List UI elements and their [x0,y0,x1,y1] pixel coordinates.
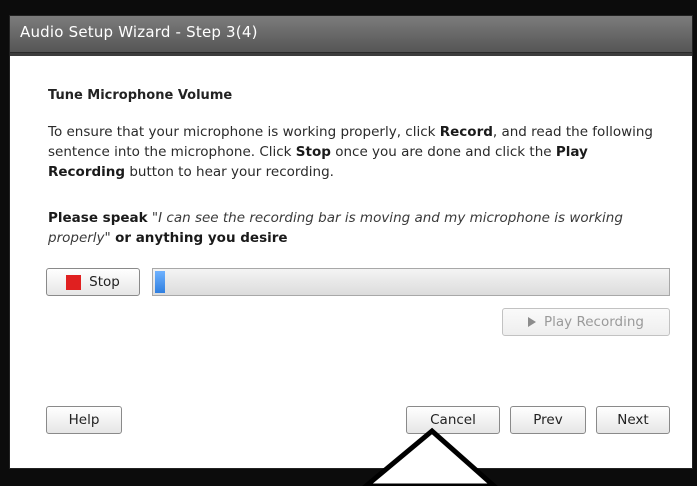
play-recording-button[interactable]: Play Recording [502,308,670,336]
instructions-text: To ensure that your microphone is workin… [48,122,668,182]
play-recording-label: Play Recording [544,314,644,330]
instructions-part-1: To ensure that your microphone is workin… [48,124,440,140]
wizard-dialog: Audio Setup Wizard - Step 3(4) Tune Micr… [10,16,692,468]
cancel-button-label: Cancel [430,412,476,428]
prev-button-label: Prev [533,412,563,428]
stop-square-icon [66,274,82,290]
stop-button[interactable]: Stop [46,268,140,296]
help-button-label: Help [68,412,100,428]
recording-level-fill [155,271,166,293]
instructions-record: Record [439,124,493,140]
cancel-button[interactable]: Cancel [406,406,500,434]
speak-prefix: Please speak [48,210,148,226]
dialog-content: Tune Microphone Volume To ensure that yo… [10,56,692,468]
dialog-title: Audio Setup Wizard - Step 3(4) [20,23,258,41]
recording-level-meter [152,268,670,296]
instructions-part-3: once you are done and click the [330,144,556,160]
title-bar[interactable]: Audio Setup Wizard - Step 3(4) [10,16,692,53]
stop-button-label: Stop [89,274,120,290]
next-button[interactable]: Next [596,406,670,434]
help-button[interactable]: Help [46,406,122,434]
instructions-stop: Stop [295,144,331,160]
next-button-label: Next [617,412,649,428]
step-heading: Tune Microphone Volume [48,88,233,103]
speak-prompt: Please speak "I can see the recording ba… [48,208,678,248]
play-triangle-icon [528,317,537,327]
instructions-part-4: button to hear your recording. [125,164,334,180]
prev-button[interactable]: Prev [510,406,586,434]
speak-suffix: or anything you desire [115,230,288,246]
